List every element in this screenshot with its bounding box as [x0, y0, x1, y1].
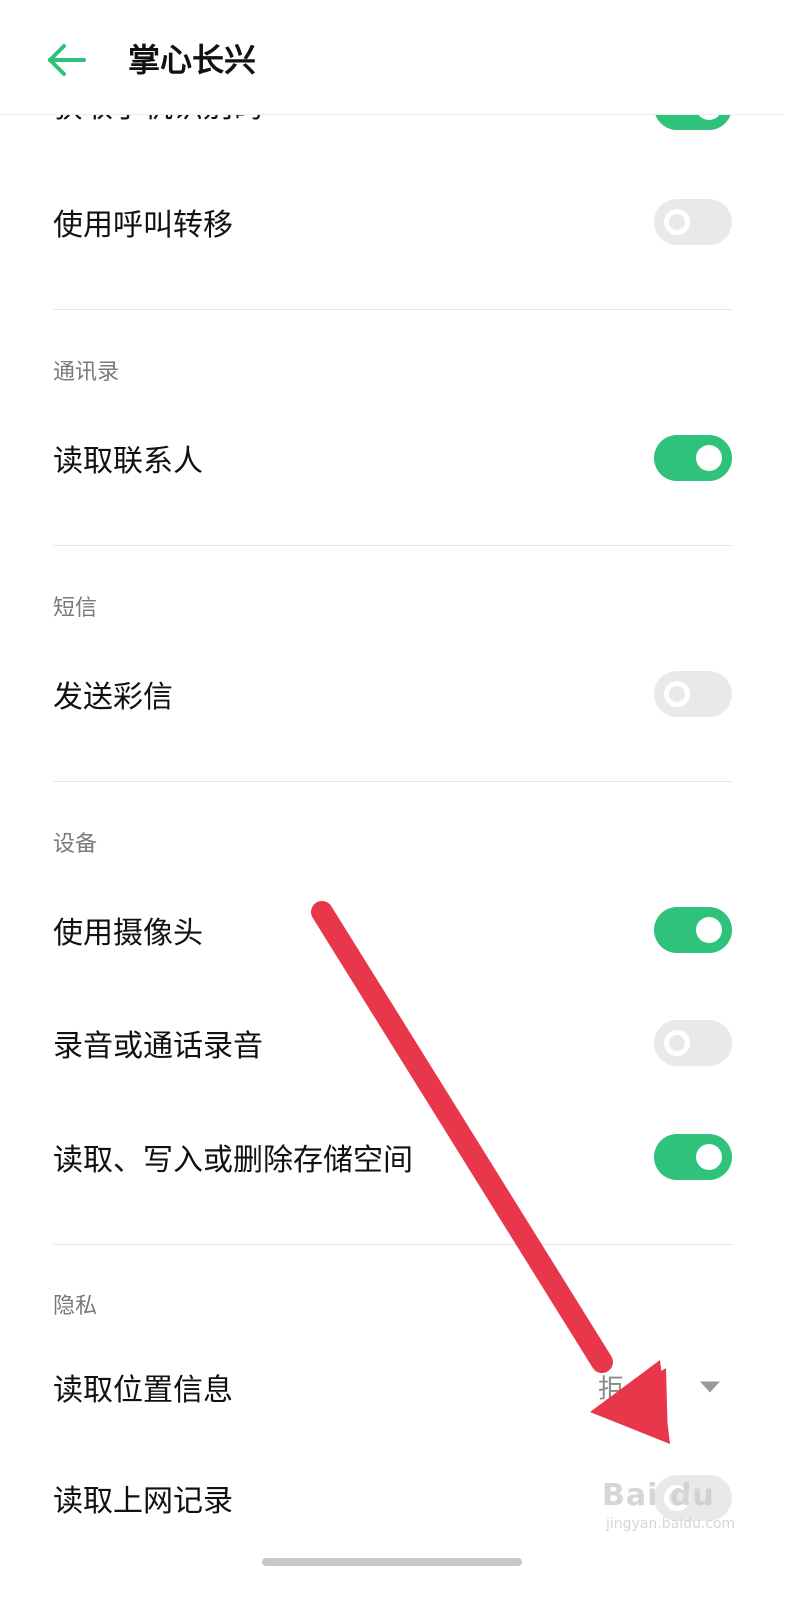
home-indicator[interactable] [262, 1558, 522, 1566]
row-label: 使用呼叫转移 [53, 208, 233, 243]
divider [53, 309, 732, 310]
divider [53, 1244, 732, 1245]
toggle-camera[interactable] [654, 907, 732, 953]
toggle-storage[interactable] [654, 1134, 732, 1180]
section-header-contacts: 通讯录 [53, 360, 120, 385]
section-header-privacy: 隐私 [53, 1294, 98, 1319]
permission-settings-page: 获取手机识别码 掌心长兴 使用呼叫转移 通讯录 读取联系人 短信 发送彩信 [0, 0, 784, 1568]
toggle-knob [696, 445, 722, 471]
row-storage[interactable]: 读取、写入或删除存储空间 [0, 1107, 784, 1207]
top-app-bar: 掌心长兴 [0, 0, 784, 115]
back-button[interactable] [40, 34, 92, 86]
toggle-knob [664, 1030, 690, 1056]
watermark-logo-text: Bai du [602, 1478, 715, 1513]
caret-down-icon[interactable] [700, 1381, 720, 1393]
row-record-audio[interactable]: 录音或通话录音 [0, 993, 784, 1093]
toggle-read-contacts[interactable] [654, 435, 732, 481]
row-call-forward[interactable]: 使用呼叫转移 [0, 172, 784, 272]
watermark-url: jingyan.baidu.com [606, 1516, 736, 1532]
row-camera[interactable]: 使用摄像头 [0, 880, 784, 980]
toggle-knob [664, 681, 690, 707]
row-send-mms[interactable]: 发送彩信 [0, 644, 784, 744]
toggle-knob [696, 1144, 722, 1170]
section-header-sms: 短信 [53, 596, 98, 621]
row-label: 读取联系人 [53, 444, 203, 479]
row-label: 读取位置信息 [53, 1373, 233, 1408]
toggle-knob [696, 917, 722, 943]
baidu-watermark: Bai du jingyan.baidu.com [600, 1478, 750, 1538]
row-label: 读取上网记录 [53, 1484, 233, 1519]
row-label: 发送彩信 [53, 680, 173, 715]
row-read-contacts[interactable]: 读取联系人 [0, 408, 784, 508]
divider [53, 545, 732, 546]
page-title: 掌心长兴 [128, 41, 257, 79]
arrow-left-icon [48, 44, 86, 76]
row-label: 使用摄像头 [53, 916, 203, 951]
toggle-send-mms[interactable] [654, 671, 732, 717]
row-location[interactable]: 读取位置信息 拒 [0, 1337, 784, 1437]
toggle-call-forward[interactable] [654, 199, 732, 245]
row-label: 录音或通话录音 [53, 1029, 263, 1064]
toggle-knob [664, 209, 690, 235]
toggle-record-audio[interactable] [654, 1020, 732, 1066]
divider [53, 781, 732, 782]
location-dropdown-value[interactable]: 拒 [598, 1369, 624, 1406]
section-header-device: 设备 [53, 832, 98, 857]
row-label: 读取、写入或删除存储空间 [53, 1143, 413, 1178]
